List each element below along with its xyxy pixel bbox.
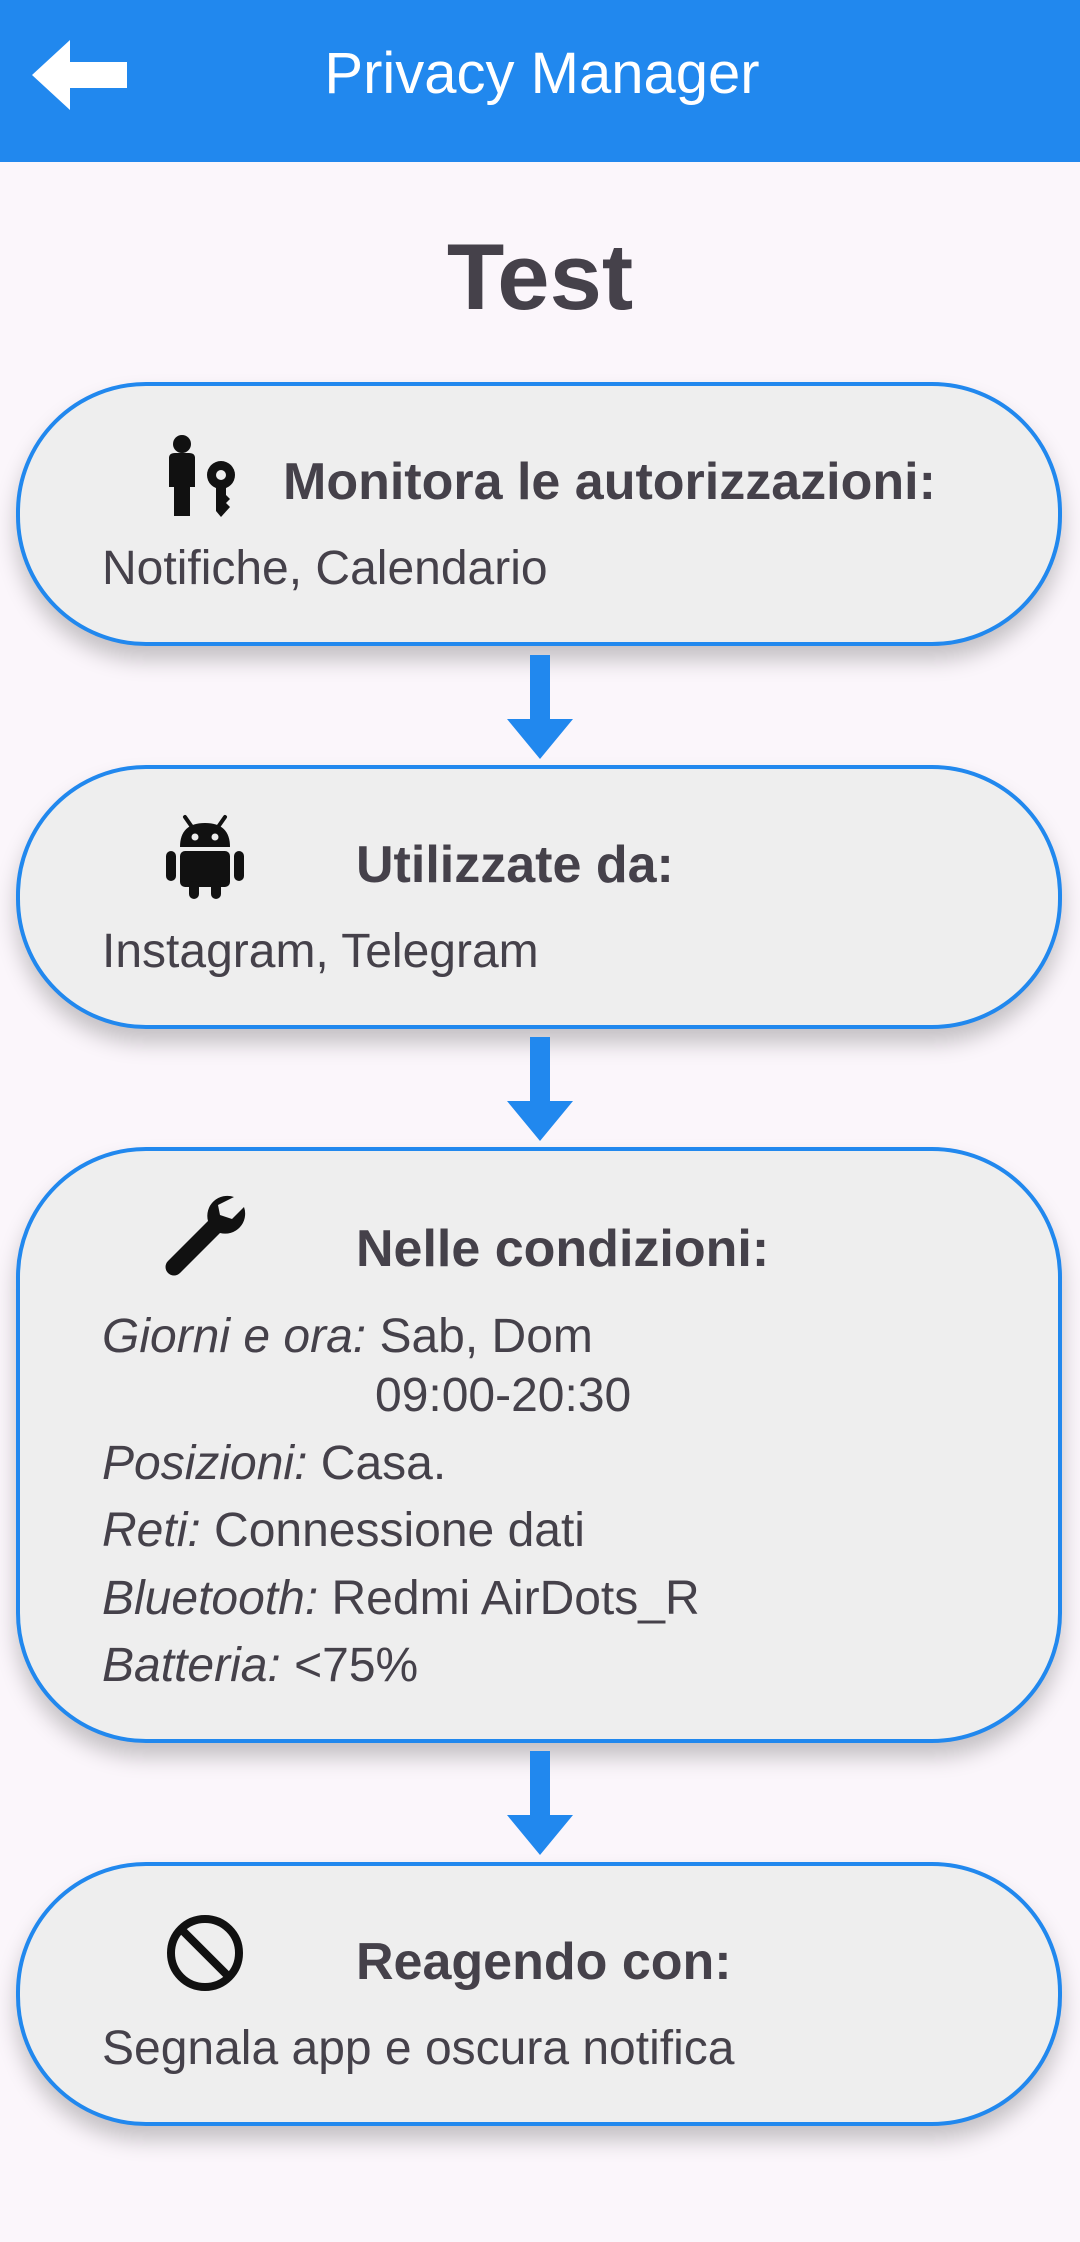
reaction-heading: Reagendo con: (356, 1933, 732, 1991)
flow-arrow (505, 1037, 575, 1143)
battery-row: Batteria: <75% (102, 1637, 418, 1695)
android-icon (160, 811, 250, 901)
locations-label: Posizioni: (102, 1437, 308, 1490)
apps-value: Instagram, Telegram (102, 925, 539, 978)
apps-heading: Utilizzate da: (356, 836, 674, 894)
block-icon (160, 1908, 250, 1998)
flow-arrow (505, 655, 575, 761)
bluetooth-row: Bluetooth: Redmi AirDots_R (102, 1570, 700, 1628)
wrench-icon (160, 1193, 250, 1283)
days-value: Sab, Dom (379, 1310, 593, 1363)
time-value: 09:00-20:30 (375, 1369, 632, 1422)
rule-name: Test (446, 224, 634, 329)
bluetooth-label: Bluetooth: (102, 1572, 319, 1625)
arrow-down-icon (507, 1751, 573, 1855)
person-key-icon (160, 431, 250, 521)
arrow-down-icon (507, 1037, 573, 1141)
locations-value: Casa. (320, 1437, 447, 1490)
bluetooth-value: Redmi AirDots_R (331, 1572, 700, 1625)
flow-arrow (505, 1751, 575, 1857)
conditions-heading: Nelle condizioni: (356, 1220, 770, 1278)
reaction-value: Segnala app e oscura notifica (102, 2022, 735, 2075)
time-row: 09:00-20:30 (375, 1367, 631, 1425)
networks-label: Reti: (102, 1504, 201, 1557)
battery-value: <75% (294, 1639, 419, 1692)
reaction-card[interactable]: Reagendo con: Segnala app e oscura notif… (16, 1862, 1062, 2126)
app-title: Privacy Manager (324, 41, 760, 106)
permissions-card[interactable]: Monitora le autorizzazioni: Notifiche, C… (16, 382, 1062, 646)
networks-row: Reti: Connessione dati (102, 1502, 585, 1560)
days-row: Giorni e ora: Sab, Dom (102, 1308, 593, 1366)
apps-card[interactable]: Utilizzate da: Instagram, Telegram (16, 765, 1062, 1029)
permissions-value: Notifiche, Calendario (102, 542, 548, 595)
conditions-card[interactable]: Nelle condizioni: Giorni e ora: Sab, Dom… (16, 1147, 1062, 1743)
networks-value: Connessione dati (214, 1504, 585, 1557)
arrow-down-icon (507, 655, 573, 759)
permissions-heading: Monitora le autorizzazioni: (283, 453, 936, 511)
app-bar: Privacy Manager (0, 0, 1080, 162)
days-label: Giorni e ora: (102, 1310, 367, 1363)
locations-row: Posizioni: Casa. (102, 1435, 446, 1493)
battery-label: Batteria: (102, 1639, 281, 1692)
